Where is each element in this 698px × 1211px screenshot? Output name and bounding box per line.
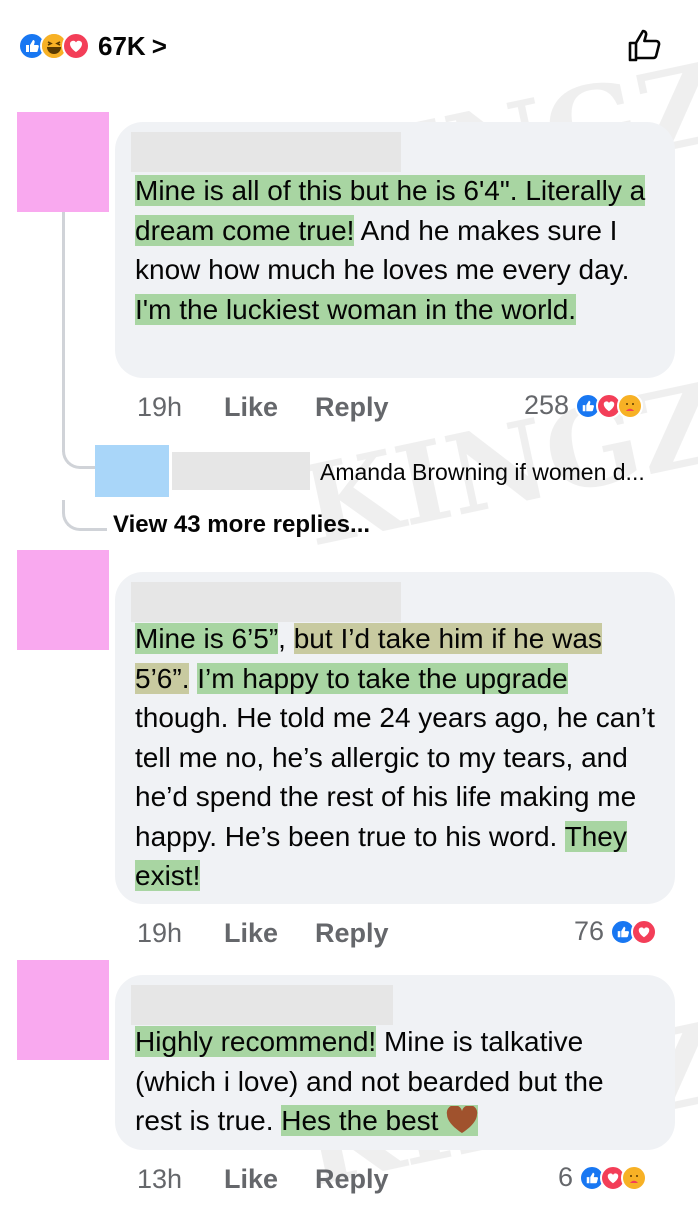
reply-button[interactable]: Reply [315, 918, 389, 949]
comment-reactions[interactable]: 258 [524, 390, 644, 421]
reply-preview-text[interactable]: Amanda Browning if women d... [320, 459, 645, 486]
commenter-name[interactable] [131, 985, 393, 1025]
reply-button[interactable]: Reply [315, 392, 389, 423]
comment-bubble: Mine is 6’5”, but I’d take him if he was… [115, 572, 675, 904]
comment-time: 19h [137, 392, 183, 422]
comment-text: Mine is 6’5”, but I’d take him if he was… [135, 619, 655, 896]
avatar[interactable] [17, 112, 109, 212]
avatar[interactable] [17, 550, 109, 650]
like-button[interactable]: Like [224, 1164, 278, 1195]
view-more-replies-link[interactable]: View 43 more replies... [113, 511, 370, 539]
love-icon [631, 918, 658, 945]
thread-line [62, 212, 65, 452]
comment-highlight: Hes the best [281, 1105, 479, 1136]
commenter-name[interactable] [172, 452, 310, 490]
care-icon [621, 1164, 648, 1191]
thread-connector [62, 500, 107, 531]
comment-bubble: Highly recommend! Mine is talkative (whi… [115, 975, 675, 1150]
comment-reactions[interactable]: 6 [558, 1162, 648, 1193]
love-icon [62, 32, 90, 60]
comment-highlight: I’m happy to take the upgrade [197, 662, 568, 694]
commenter-name[interactable] [131, 132, 401, 172]
comment-highlight: Mine is 6’5” [135, 623, 279, 654]
like-outline-icon[interactable] [624, 26, 664, 66]
like-button[interactable]: Like [224, 918, 278, 949]
reaction-count: 67K [98, 30, 146, 61]
brown-heart-icon [447, 1105, 478, 1133]
reply-button[interactable]: Reply [315, 1164, 389, 1195]
commenter-name[interactable] [131, 582, 401, 622]
chevron-right-icon: > [151, 30, 167, 61]
comment-bubble: Mine is all of this but he is 6'4". Lite… [115, 122, 675, 378]
comment-text: Highly recommend! Mine is talkative (whi… [135, 1022, 655, 1141]
comment-time: 19h [137, 918, 183, 948]
comment-highlight: Highly recommend! [135, 1026, 377, 1057]
reactions-summary[interactable]: 67K > [18, 26, 167, 66]
reaction-count: 6 [558, 1162, 574, 1192]
reaction-count: 76 [574, 916, 605, 946]
avatar[interactable] [17, 960, 109, 1060]
avatar[interactable] [95, 445, 169, 497]
comment-highlight-text: Hes the best [281, 1105, 439, 1136]
thread-connector [62, 430, 95, 469]
like-button[interactable]: Like [224, 392, 278, 423]
reaction-count: 258 [524, 390, 570, 420]
comment-text: Mine is all of this but he is 6'4". Lite… [135, 171, 655, 329]
comment-highlight: I'm the luckiest woman in the world. [135, 293, 577, 325]
comment-reactions[interactable]: 76 [574, 916, 658, 947]
comment-text-segment: , [278, 623, 294, 654]
care-icon [617, 392, 644, 419]
comment-time: 13h [137, 1164, 183, 1194]
